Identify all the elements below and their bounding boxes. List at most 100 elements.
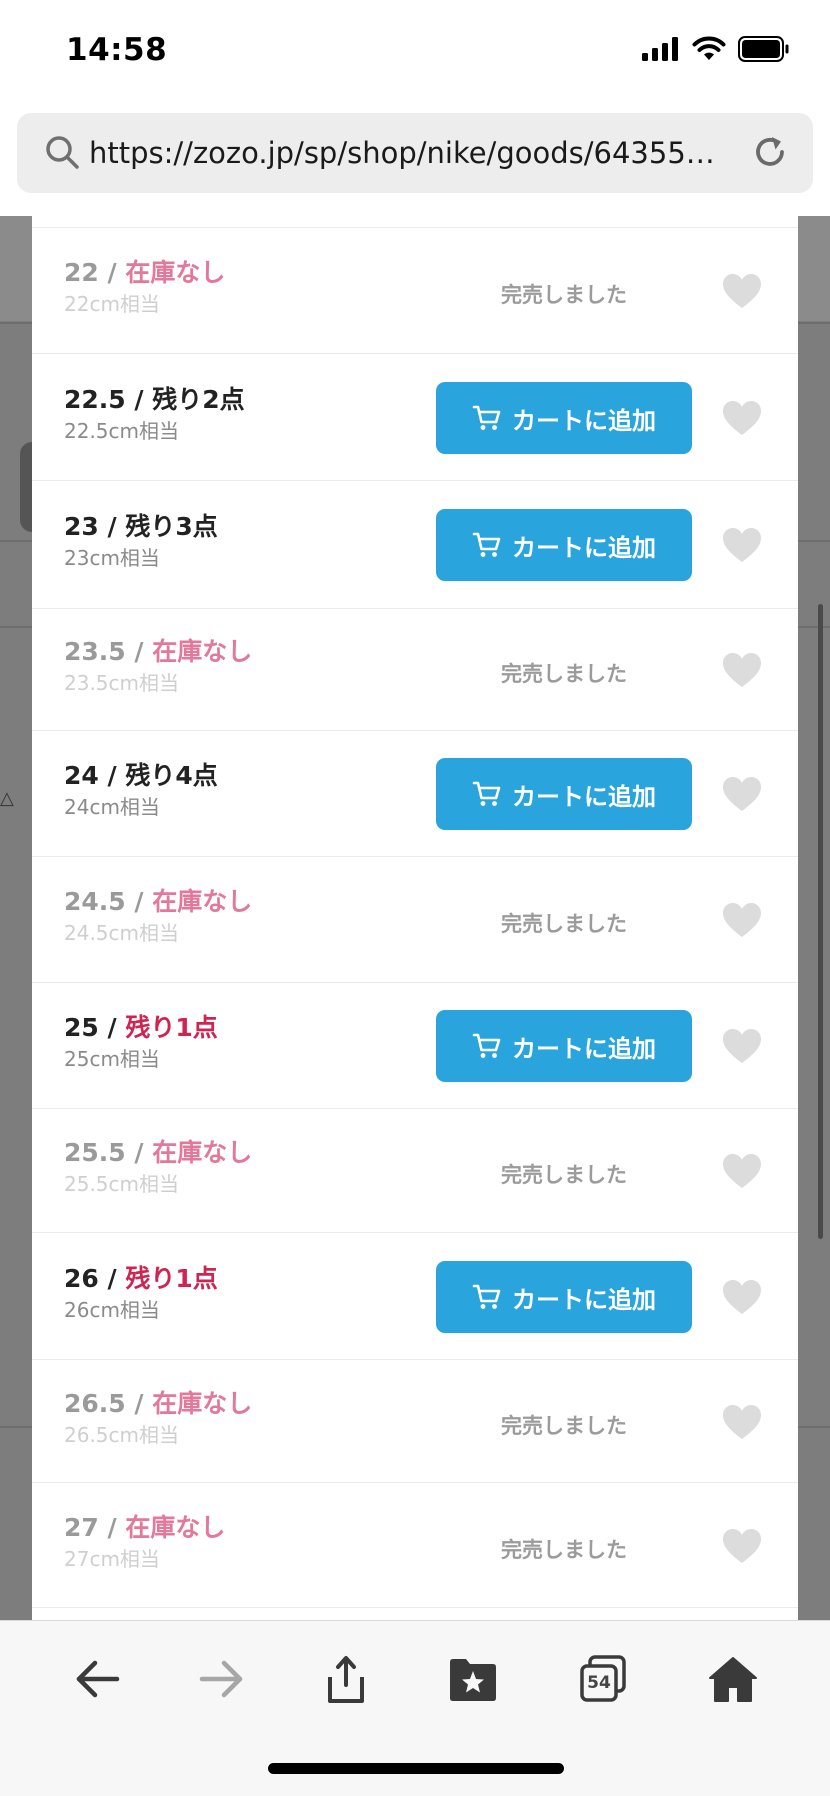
status-time: 14:58 (66, 32, 168, 68)
size-separator: / (98, 258, 126, 287)
size-cm-equivalent: 26.5cm相当 (64, 1423, 180, 1447)
status-icons (642, 36, 790, 62)
size-cm-equivalent: 27cm相当 (64, 1547, 160, 1571)
favorite-heart-icon[interactable] (722, 652, 762, 692)
home-button[interactable] (698, 1649, 768, 1709)
soldout-label: 完売しました (501, 283, 627, 307)
size-row: 27 / 在庫なし 27cm相当 完売しました (32, 1483, 798, 1608)
bookmarks-button[interactable] (438, 1649, 508, 1709)
size-info: 22.5 / 残り2点 22.5cm相当 (64, 384, 245, 444)
favorite-heart-icon[interactable] (722, 1153, 762, 1193)
size-value: 24.5 (64, 887, 126, 916)
size-info: 22 / 在庫なし 22cm相当 (64, 257, 225, 317)
url-text[interactable]: https://zozo.jp/sp/shop/nike/goods/64355… (89, 136, 739, 170)
size-info: 26 / 残り1点 26cm相当 (64, 1263, 218, 1323)
tabs-button[interactable]: 54 (568, 1649, 638, 1709)
favorite-heart-icon[interactable] (722, 273, 762, 313)
cart-icon (472, 781, 501, 806)
add-to-cart-label: カートに追加 (512, 1034, 656, 1063)
size-cm-equivalent: 22cm相当 (64, 292, 160, 316)
reload-icon[interactable] (749, 131, 791, 173)
size-separator: / (98, 1513, 126, 1542)
forward-button[interactable] (187, 1649, 257, 1709)
size-separator: / (125, 385, 153, 414)
add-to-cart-button[interactable]: カートに追加 (436, 382, 692, 454)
stock-status: 残り2点 (152, 385, 245, 414)
size-separator: / (125, 1389, 153, 1418)
favorite-heart-icon[interactable] (722, 776, 762, 816)
size-row: 22.5 / 残り2点 22.5cm相当 カートに追加 (32, 354, 798, 481)
add-to-cart-label: カートに追加 (512, 533, 656, 562)
size-row: 23.5 / 在庫なし 23.5cm相当 完売しました (32, 609, 798, 731)
status-bar: 14:58 (0, 0, 830, 104)
size-label: 26 / 残り1点 (64, 1263, 218, 1295)
favorite-heart-icon[interactable] (722, 400, 762, 440)
cart-icon (472, 405, 501, 430)
size-cm-equivalent: 24cm相当 (64, 795, 160, 819)
address-bar[interactable]: https://zozo.jp/sp/shop/nike/goods/64355… (17, 113, 813, 193)
add-to-cart-button[interactable]: カートに追加 (436, 758, 692, 830)
cart-icon (472, 1033, 501, 1058)
add-to-cart-button[interactable]: カートに追加 (436, 1261, 692, 1333)
size-info: 25 / 残り1点 25cm相当 (64, 1012, 218, 1072)
size-value: 25 (64, 1013, 99, 1042)
size-info: 24 / 残り4点 24cm相当 (64, 760, 218, 820)
size-label: 23.5 / 在庫なし (64, 636, 252, 668)
stock-status: 在庫なし (152, 637, 253, 666)
size-info: 26.5 / 在庫なし 26.5cm相当 (64, 1388, 252, 1448)
favorite-heart-icon[interactable] (722, 1279, 762, 1319)
size-label: 24.5 / 在庫なし (64, 886, 252, 918)
size-label: 25.5 / 在庫なし (64, 1137, 252, 1169)
share-button[interactable] (311, 1649, 381, 1709)
back-arrow-icon (76, 1660, 120, 1698)
size-label: 25 / 残り1点 (64, 1012, 218, 1044)
size-separator: / (98, 761, 126, 790)
favorite-heart-icon[interactable] (722, 1028, 762, 1068)
size-value: 26 (64, 1264, 99, 1293)
stock-status: 残り3点 (125, 512, 218, 541)
cart-icon (472, 532, 501, 557)
wifi-icon (692, 36, 726, 60)
size-label: 24 / 残り4点 (64, 760, 218, 792)
size-cm-equivalent: 23.5cm相当 (64, 671, 180, 695)
add-to-cart-button[interactable]: カートに追加 (436, 1010, 692, 1082)
size-separator: / (125, 1138, 153, 1167)
cart-icon (472, 1284, 501, 1309)
size-cm-equivalent: 26cm相当 (64, 1298, 160, 1322)
add-to-cart-button[interactable]: カートに追加 (436, 509, 692, 581)
share-icon (328, 1656, 364, 1703)
stock-status: 在庫なし (152, 1138, 253, 1167)
stock-status: 残り1点 (125, 1013, 218, 1042)
favorite-heart-icon[interactable] (722, 527, 762, 567)
size-list-modal: 22 / 在庫なし 22cm相当 完売しました 22.5 / 残り2点 22.5cm相当… (32, 216, 798, 1620)
soldout-label: 完売しました (501, 1414, 627, 1438)
forward-arrow-icon (199, 1660, 243, 1698)
stock-status: 残り1点 (125, 1264, 218, 1293)
size-label: 27 / 在庫なし (64, 1512, 225, 1544)
backdrop-triangle-mark: △ (0, 788, 14, 809)
size-value: 23.5 (64, 637, 126, 666)
size-separator: / (98, 512, 126, 541)
home-icon (709, 1657, 757, 1702)
soldout-label: 完売しました (501, 1538, 627, 1562)
cellular-signal-icon (642, 37, 678, 61)
size-label: 26.5 / 在庫なし (64, 1388, 252, 1420)
size-value: 25.5 (64, 1138, 126, 1167)
size-label: 22.5 / 残り2点 (64, 384, 245, 416)
size-separator: / (125, 887, 153, 916)
favorite-heart-icon[interactable] (722, 902, 762, 942)
back-button[interactable] (62, 1649, 132, 1709)
add-to-cart-label: カートに追加 (512, 782, 656, 811)
size-separator: / (98, 1264, 126, 1293)
size-value: 23 (64, 512, 99, 541)
size-cm-equivalent: 25.5cm相当 (64, 1172, 180, 1196)
favorite-heart-icon[interactable] (722, 1528, 762, 1568)
home-indicator[interactable] (268, 1763, 564, 1774)
size-info: 23 / 残り3点 23cm相当 (64, 511, 218, 571)
size-value: 22.5 (64, 385, 126, 414)
size-cm-equivalent: 24.5cm相当 (64, 921, 180, 945)
favorite-heart-icon[interactable] (722, 1404, 762, 1444)
size-row: 26.5 / 在庫なし 26.5cm相当 完売しました (32, 1360, 798, 1483)
size-row: 24 / 残り4点 24cm相当 カートに追加 (32, 731, 798, 857)
scroll-indicator[interactable] (818, 604, 823, 1239)
